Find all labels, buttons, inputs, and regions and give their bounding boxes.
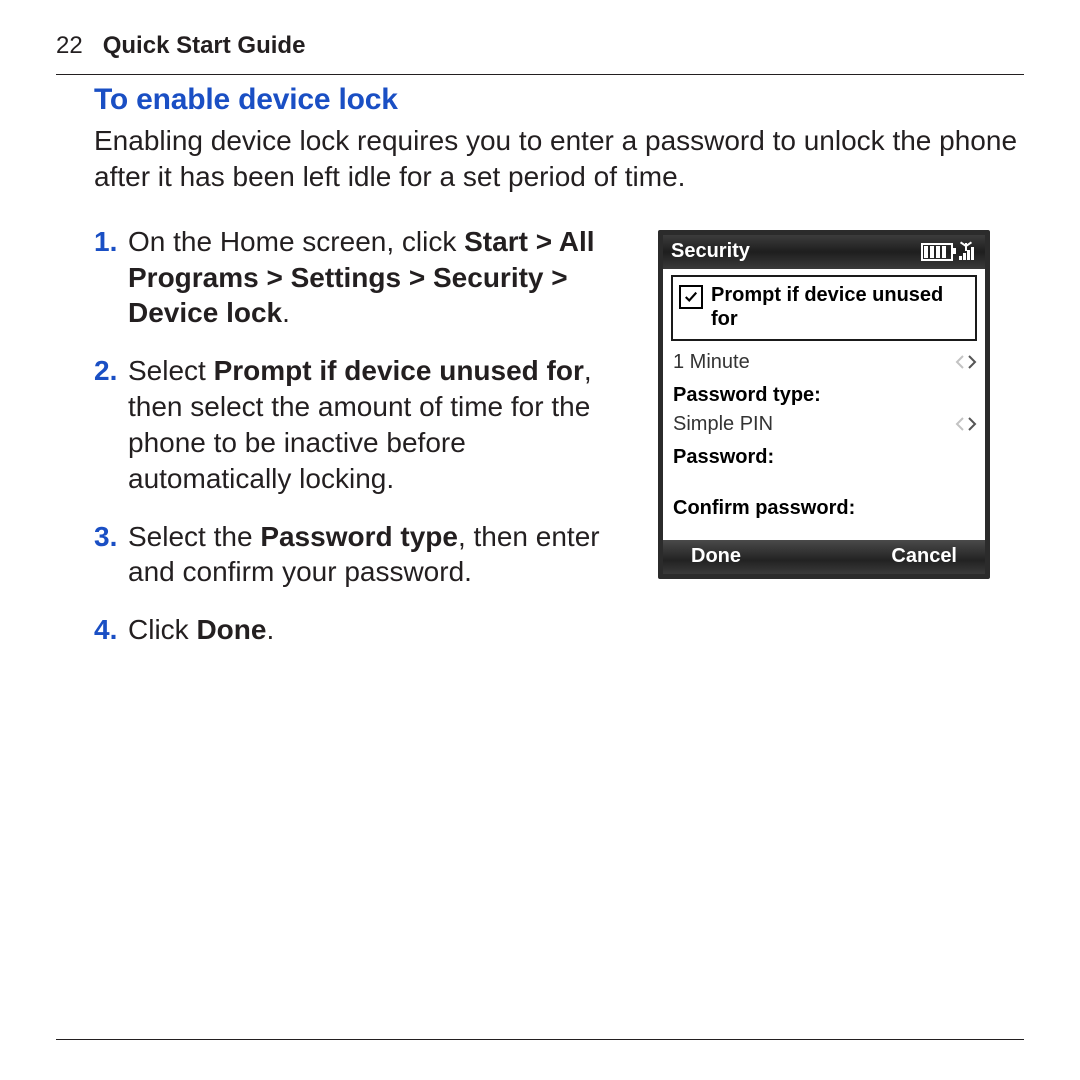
password-type-label: Password type: <box>671 378 977 409</box>
rule-top <box>56 74 1024 75</box>
step-number: 3. <box>94 519 128 591</box>
softkey-cancel[interactable]: Cancel <box>891 545 957 568</box>
step-number: 4. <box>94 612 128 648</box>
softkey-done[interactable]: Done <box>691 545 741 568</box>
confirm-password-label: Confirm password: <box>671 491 977 522</box>
section-title: To enable device lock <box>94 83 1024 117</box>
password-label: Password: <box>671 440 977 471</box>
battery-icon <box>921 243 953 261</box>
page-number: 22 <box>56 32 83 59</box>
step-2: 2. Select Prompt if device unused for, t… <box>94 353 634 496</box>
password-field[interactable] <box>671 471 977 491</box>
rule-bottom <box>56 1039 1024 1040</box>
prompt-if-unused-row[interactable]: Prompt if device unused for <box>671 275 977 341</box>
left-right-arrows-icon[interactable] <box>955 417 977 431</box>
step-number: 1. <box>94 224 128 331</box>
phone-softkey-bar: Done Cancel <box>663 540 985 574</box>
checkbox-checked-icon[interactable] <box>679 285 703 309</box>
steps-list: 1. On the Home screen, click Start > All… <box>94 224 634 670</box>
document-title: Quick Start Guide <box>103 32 306 59</box>
idle-time-value: 1 Minute <box>673 351 750 374</box>
step-1: 1. On the Home screen, click Start > All… <box>94 224 634 331</box>
step-number: 2. <box>94 353 128 496</box>
phone-titlebar: Security <box>663 235 985 269</box>
idle-time-selector[interactable]: 1 Minute <box>671 347 977 378</box>
step-4: 4. Click Done. <box>94 612 634 648</box>
password-type-value: Simple PIN <box>673 413 773 436</box>
prompt-label: Prompt if device unused for <box>711 283 969 331</box>
phone-screenshot: Security Prompt if device unused for <box>658 230 990 579</box>
password-type-selector[interactable]: Simple PIN <box>671 409 977 440</box>
section-intro: Enabling device lock requires you to ent… <box>94 123 1024 196</box>
running-header: 22 Quick Start Guide <box>56 32 1024 64</box>
step-3: 3. Select the Password type, then enter … <box>94 519 634 591</box>
phone-screen-title: Security <box>671 240 921 263</box>
left-right-arrows-icon[interactable] <box>955 355 977 369</box>
signal-icon <box>959 244 977 260</box>
confirm-password-field[interactable] <box>671 522 977 530</box>
